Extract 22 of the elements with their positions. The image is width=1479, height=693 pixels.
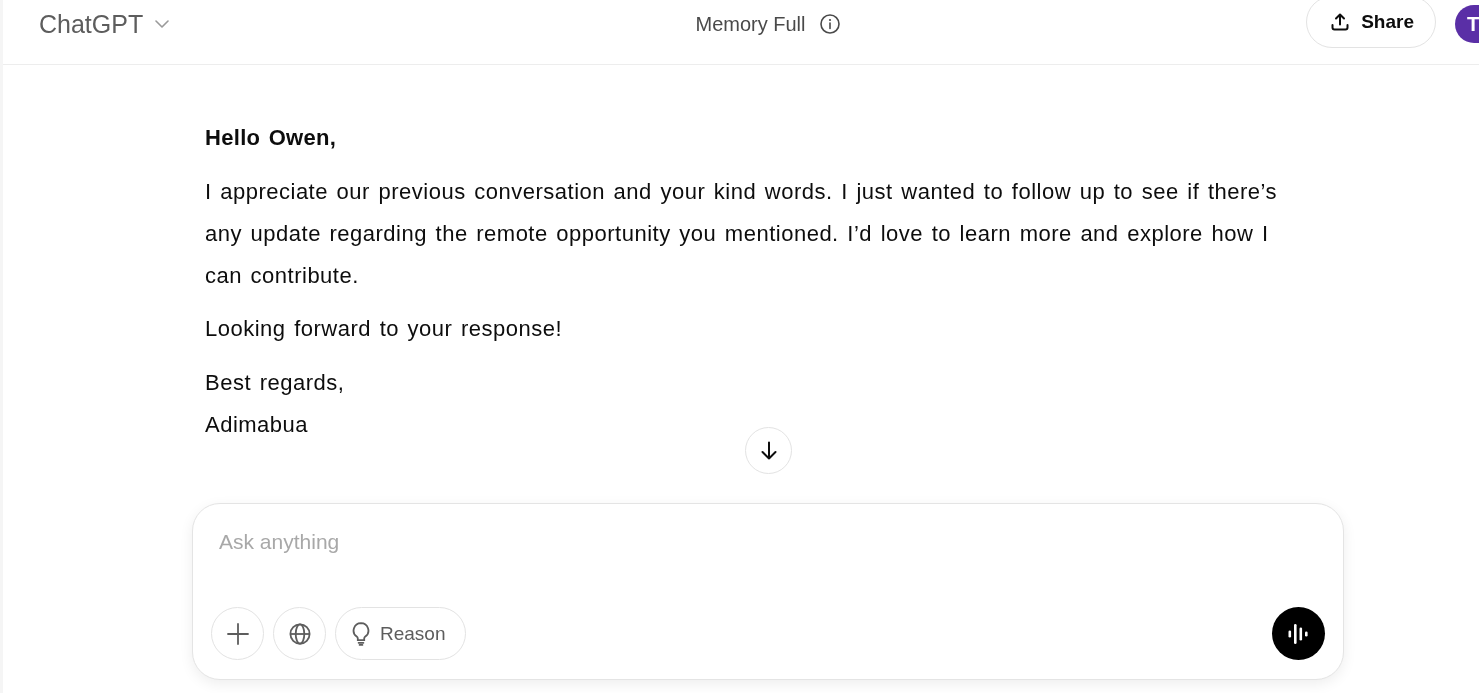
waveform-icon xyxy=(1287,623,1310,644)
prompt-input[interactable]: Ask anything xyxy=(211,522,1325,562)
add-button[interactable] xyxy=(211,607,264,660)
user-avatar[interactable]: T xyxy=(1455,5,1479,43)
share-button[interactable]: Share xyxy=(1306,0,1436,48)
voice-button[interactable] xyxy=(1272,607,1325,660)
model-selector[interactable]: ChatGPT xyxy=(39,0,170,48)
chevron-down-icon xyxy=(155,20,170,28)
web-search-button[interactable] xyxy=(273,607,326,660)
message-paragraph: I appreciate our previous conversation and your kind words. I just wanted to follow up to see if there’s any update regarding the remote opportunity you mentioned. I’d love to learn more and explore how I can contribute. xyxy=(205,177,1279,290)
signature-text: Adimabua xyxy=(205,410,310,439)
globe-icon xyxy=(288,622,311,645)
scroll-down-button[interactable] xyxy=(745,427,792,474)
memory-status: Memory Full xyxy=(695,12,806,36)
greeting-text: Hello Owen, xyxy=(205,124,338,152)
message-paragraph: Looking forward to your response! xyxy=(205,315,564,343)
lightbulb-icon xyxy=(352,621,370,646)
share-icon xyxy=(1331,13,1350,31)
reason-button[interactable]: Reason xyxy=(335,607,466,660)
closing-text: Best regards, xyxy=(205,368,346,397)
info-icon[interactable] xyxy=(819,14,840,34)
plus-icon xyxy=(226,622,249,645)
